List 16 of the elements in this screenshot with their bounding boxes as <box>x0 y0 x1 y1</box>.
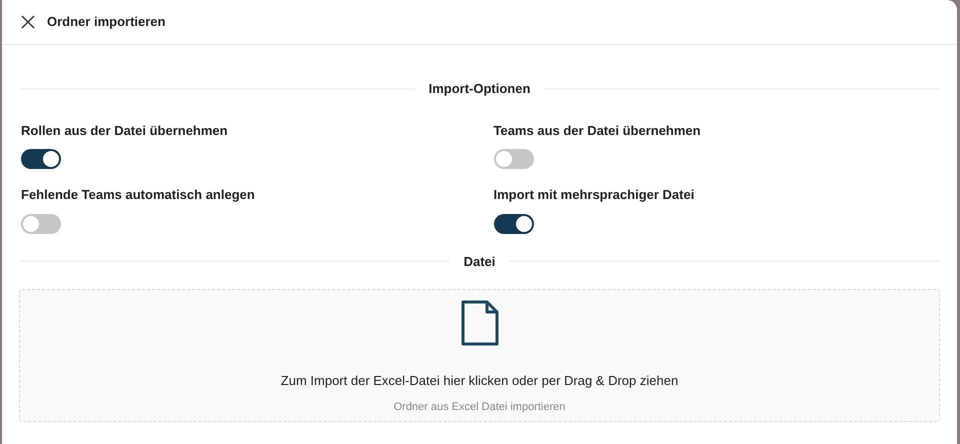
dialog-title: Ordner importieren <box>47 13 166 32</box>
toggle-switch[interactable] <box>21 214 61 234</box>
option-label: Rollen aus der Datei übernehmen <box>21 122 229 140</box>
section-heading: Import-Optionen <box>428 80 530 98</box>
dropzone-text: Zum Import der Excel-Datei hier klicken oder per Drag & Drop ziehen <box>280 372 678 390</box>
document-icon <box>460 300 498 346</box>
dropzone-hint: Ordner aus Excel Datei importieren <box>394 400 566 414</box>
toggle-switch[interactable] <box>494 149 534 169</box>
section-heading: Datei <box>464 252 496 270</box>
option-label: Import mit mehrsprachiger Datei <box>494 186 696 204</box>
toggle-switch[interactable] <box>21 149 61 169</box>
option-label: Teams aus der Datei übernehmen <box>494 122 702 140</box>
file-dropzone[interactable]: Zum Import der Excel-Datei hier klicken oder per Drag & Drop ziehen Ordner aus Excel Datei importieren <box>19 289 940 422</box>
toggle-switch[interactable] <box>494 214 534 234</box>
option-label: Fehlende Teams automatisch anlegen <box>21 186 256 204</box>
close-button[interactable] <box>20 14 36 30</box>
